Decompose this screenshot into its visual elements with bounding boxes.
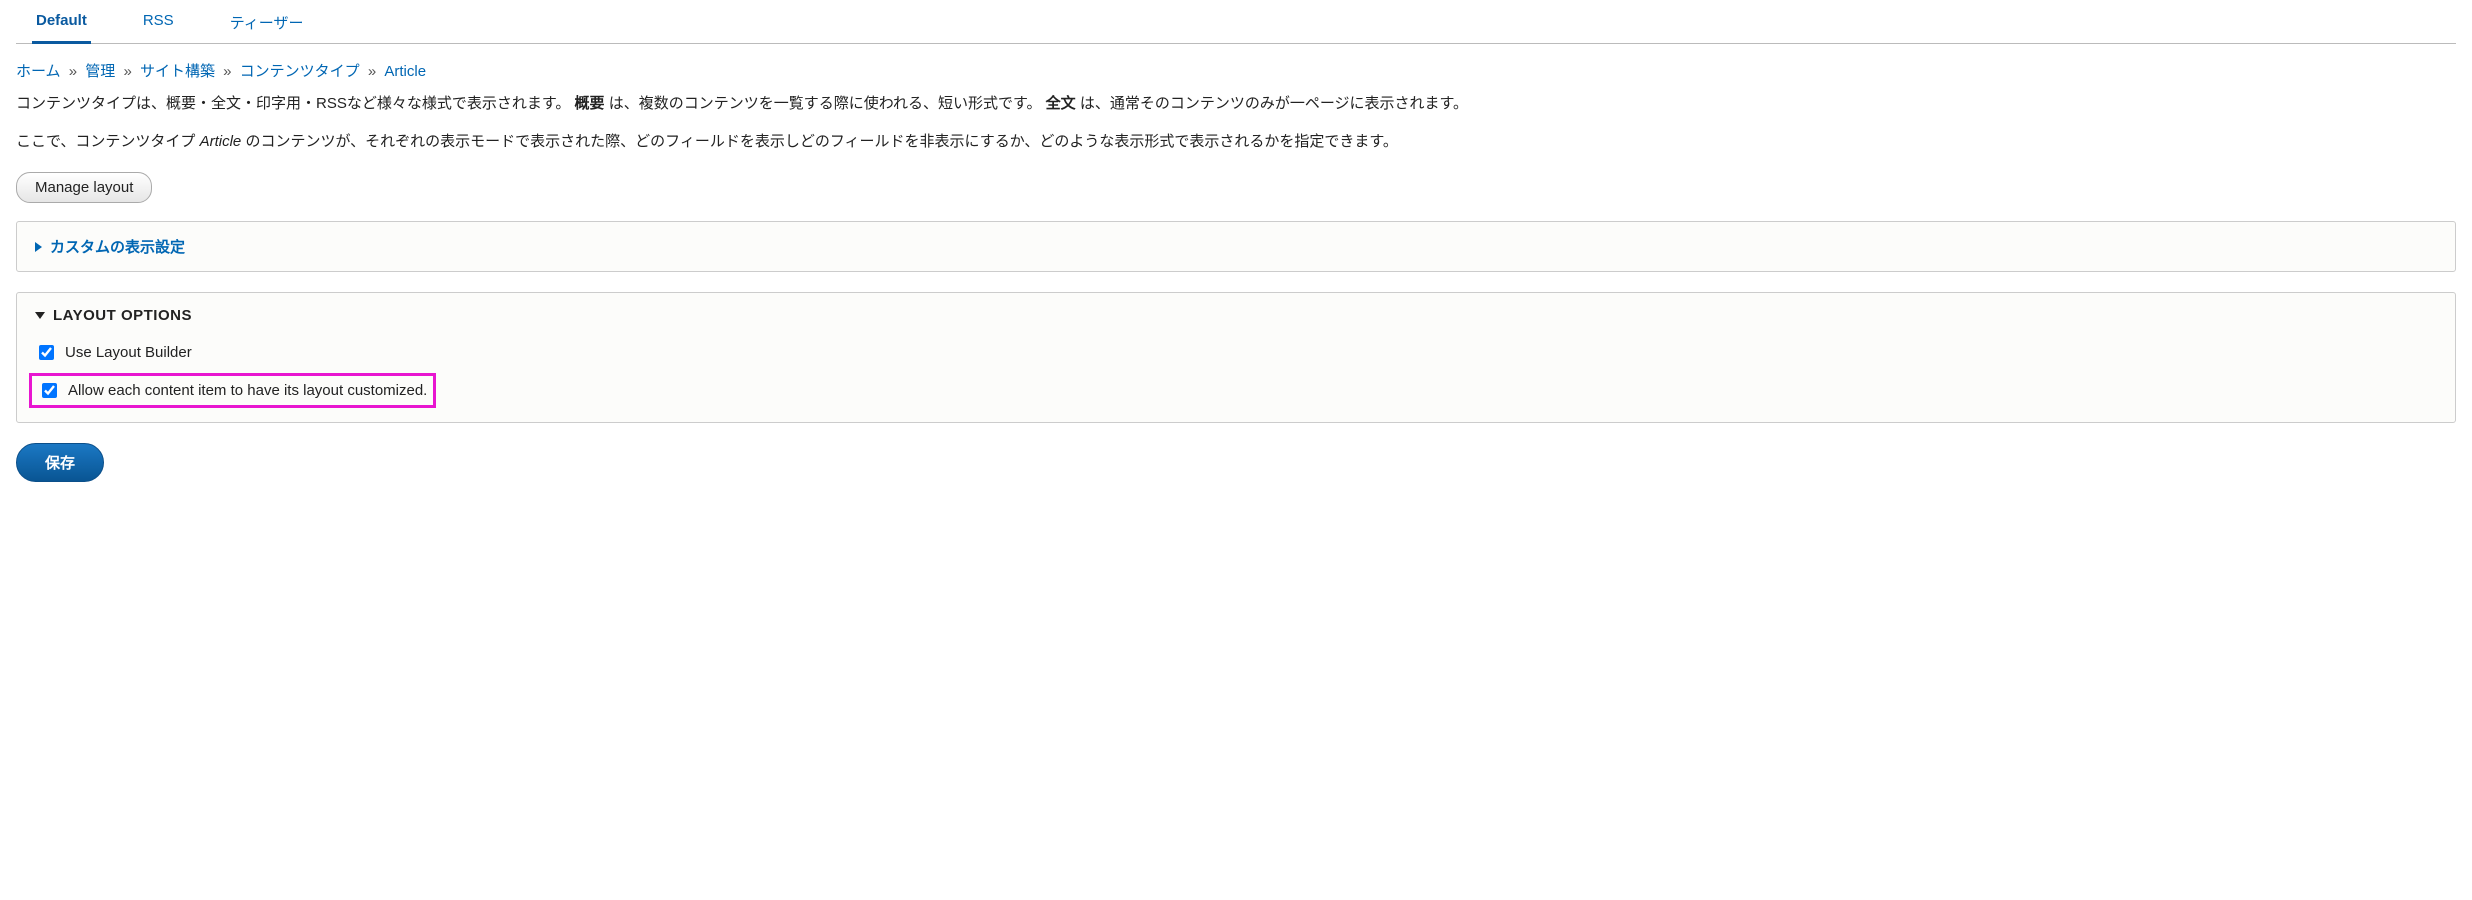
- chevron-down-icon: [35, 312, 45, 319]
- text: ここで、コンテンツタイプ: [16, 133, 200, 150]
- button-label: 保存: [45, 455, 75, 472]
- text: は、通常そのコンテンツのみが一ページに表示されます。: [1080, 95, 1468, 112]
- text-bold: 概要: [575, 95, 605, 112]
- panel-title: LAYOUT OPTIONS: [53, 307, 192, 324]
- tab-teaser[interactable]: ティーザー: [226, 2, 308, 44]
- breadcrumb-structure[interactable]: サイト構築: [140, 63, 215, 80]
- breadcrumb-admin[interactable]: 管理: [85, 63, 115, 80]
- breadcrumb-home[interactable]: ホーム: [16, 63, 61, 80]
- tab-label: Default: [36, 12, 87, 29]
- chevron-right-icon: [35, 242, 42, 252]
- panel-toggle-custom-display[interactable]: カスタムの表示設定: [35, 236, 2437, 257]
- panel-toggle-layout-options[interactable]: LAYOUT OPTIONS: [35, 307, 2437, 324]
- text: のコンテンツが、それぞれの表示モードで表示された際、どのフィールドを表示しどのフ…: [245, 133, 1397, 150]
- use-layout-builder-checkbox[interactable]: [39, 345, 54, 360]
- allow-custom-layout-checkbox[interactable]: [42, 383, 57, 398]
- tab-rss[interactable]: RSS: [139, 2, 178, 44]
- panel-custom-display-settings: カスタムの表示設定: [16, 221, 2456, 272]
- text: は、複数のコンテンツを一覧する際に使われる、短い形式です。: [609, 95, 1042, 112]
- text-italic: Article: [200, 133, 242, 150]
- tab-label: ティーザー: [230, 15, 304, 32]
- panel-layout-options: LAYOUT OPTIONS Use Layout Builder Allow …: [16, 292, 2456, 423]
- breadcrumb-separator: »: [69, 63, 77, 80]
- button-label: Manage layout: [35, 179, 133, 196]
- checkbox-row-allow-custom-layout[interactable]: Allow each content item to have its layo…: [29, 373, 436, 408]
- breadcrumb-content-types[interactable]: コンテンツタイプ: [240, 63, 360, 80]
- breadcrumb-separator: »: [223, 63, 231, 80]
- description-paragraph-2: ここで、コンテンツタイプ Article のコンテンツが、それぞれの表示モードで…: [16, 129, 2456, 155]
- text-bold: 全文: [1046, 95, 1076, 112]
- save-button[interactable]: 保存: [16, 443, 104, 482]
- checkbox-label: Use Layout Builder: [65, 344, 192, 361]
- view-mode-tabs: Default RSS ティーザー: [16, 2, 2456, 44]
- tab-label: RSS: [143, 12, 174, 29]
- checkbox-label: Allow each content item to have its layo…: [68, 382, 427, 399]
- breadcrumb-article[interactable]: Article: [384, 63, 426, 80]
- page-description: コンテンツタイプは、概要・全文・印字用・RSSなど様々な様式で表示されます。 概…: [16, 91, 2456, 154]
- breadcrumb-separator: »: [368, 63, 376, 80]
- breadcrumb: ホーム » 管理 » サイト構築 » コンテンツタイプ » Article: [16, 60, 2456, 81]
- manage-layout-button[interactable]: Manage layout: [16, 172, 152, 203]
- panel-title: カスタムの表示設定: [50, 236, 185, 257]
- checkbox-row-use-layout-builder[interactable]: Use Layout Builder: [35, 342, 2437, 363]
- tab-default[interactable]: Default: [32, 2, 91, 44]
- description-paragraph-1: コンテンツタイプは、概要・全文・印字用・RSSなど様々な様式で表示されます。 概…: [16, 91, 2456, 117]
- text: コンテンツタイプは、概要・全文・印字用・RSSなど様々な様式で表示されます。: [16, 95, 570, 112]
- breadcrumb-separator: »: [123, 63, 131, 80]
